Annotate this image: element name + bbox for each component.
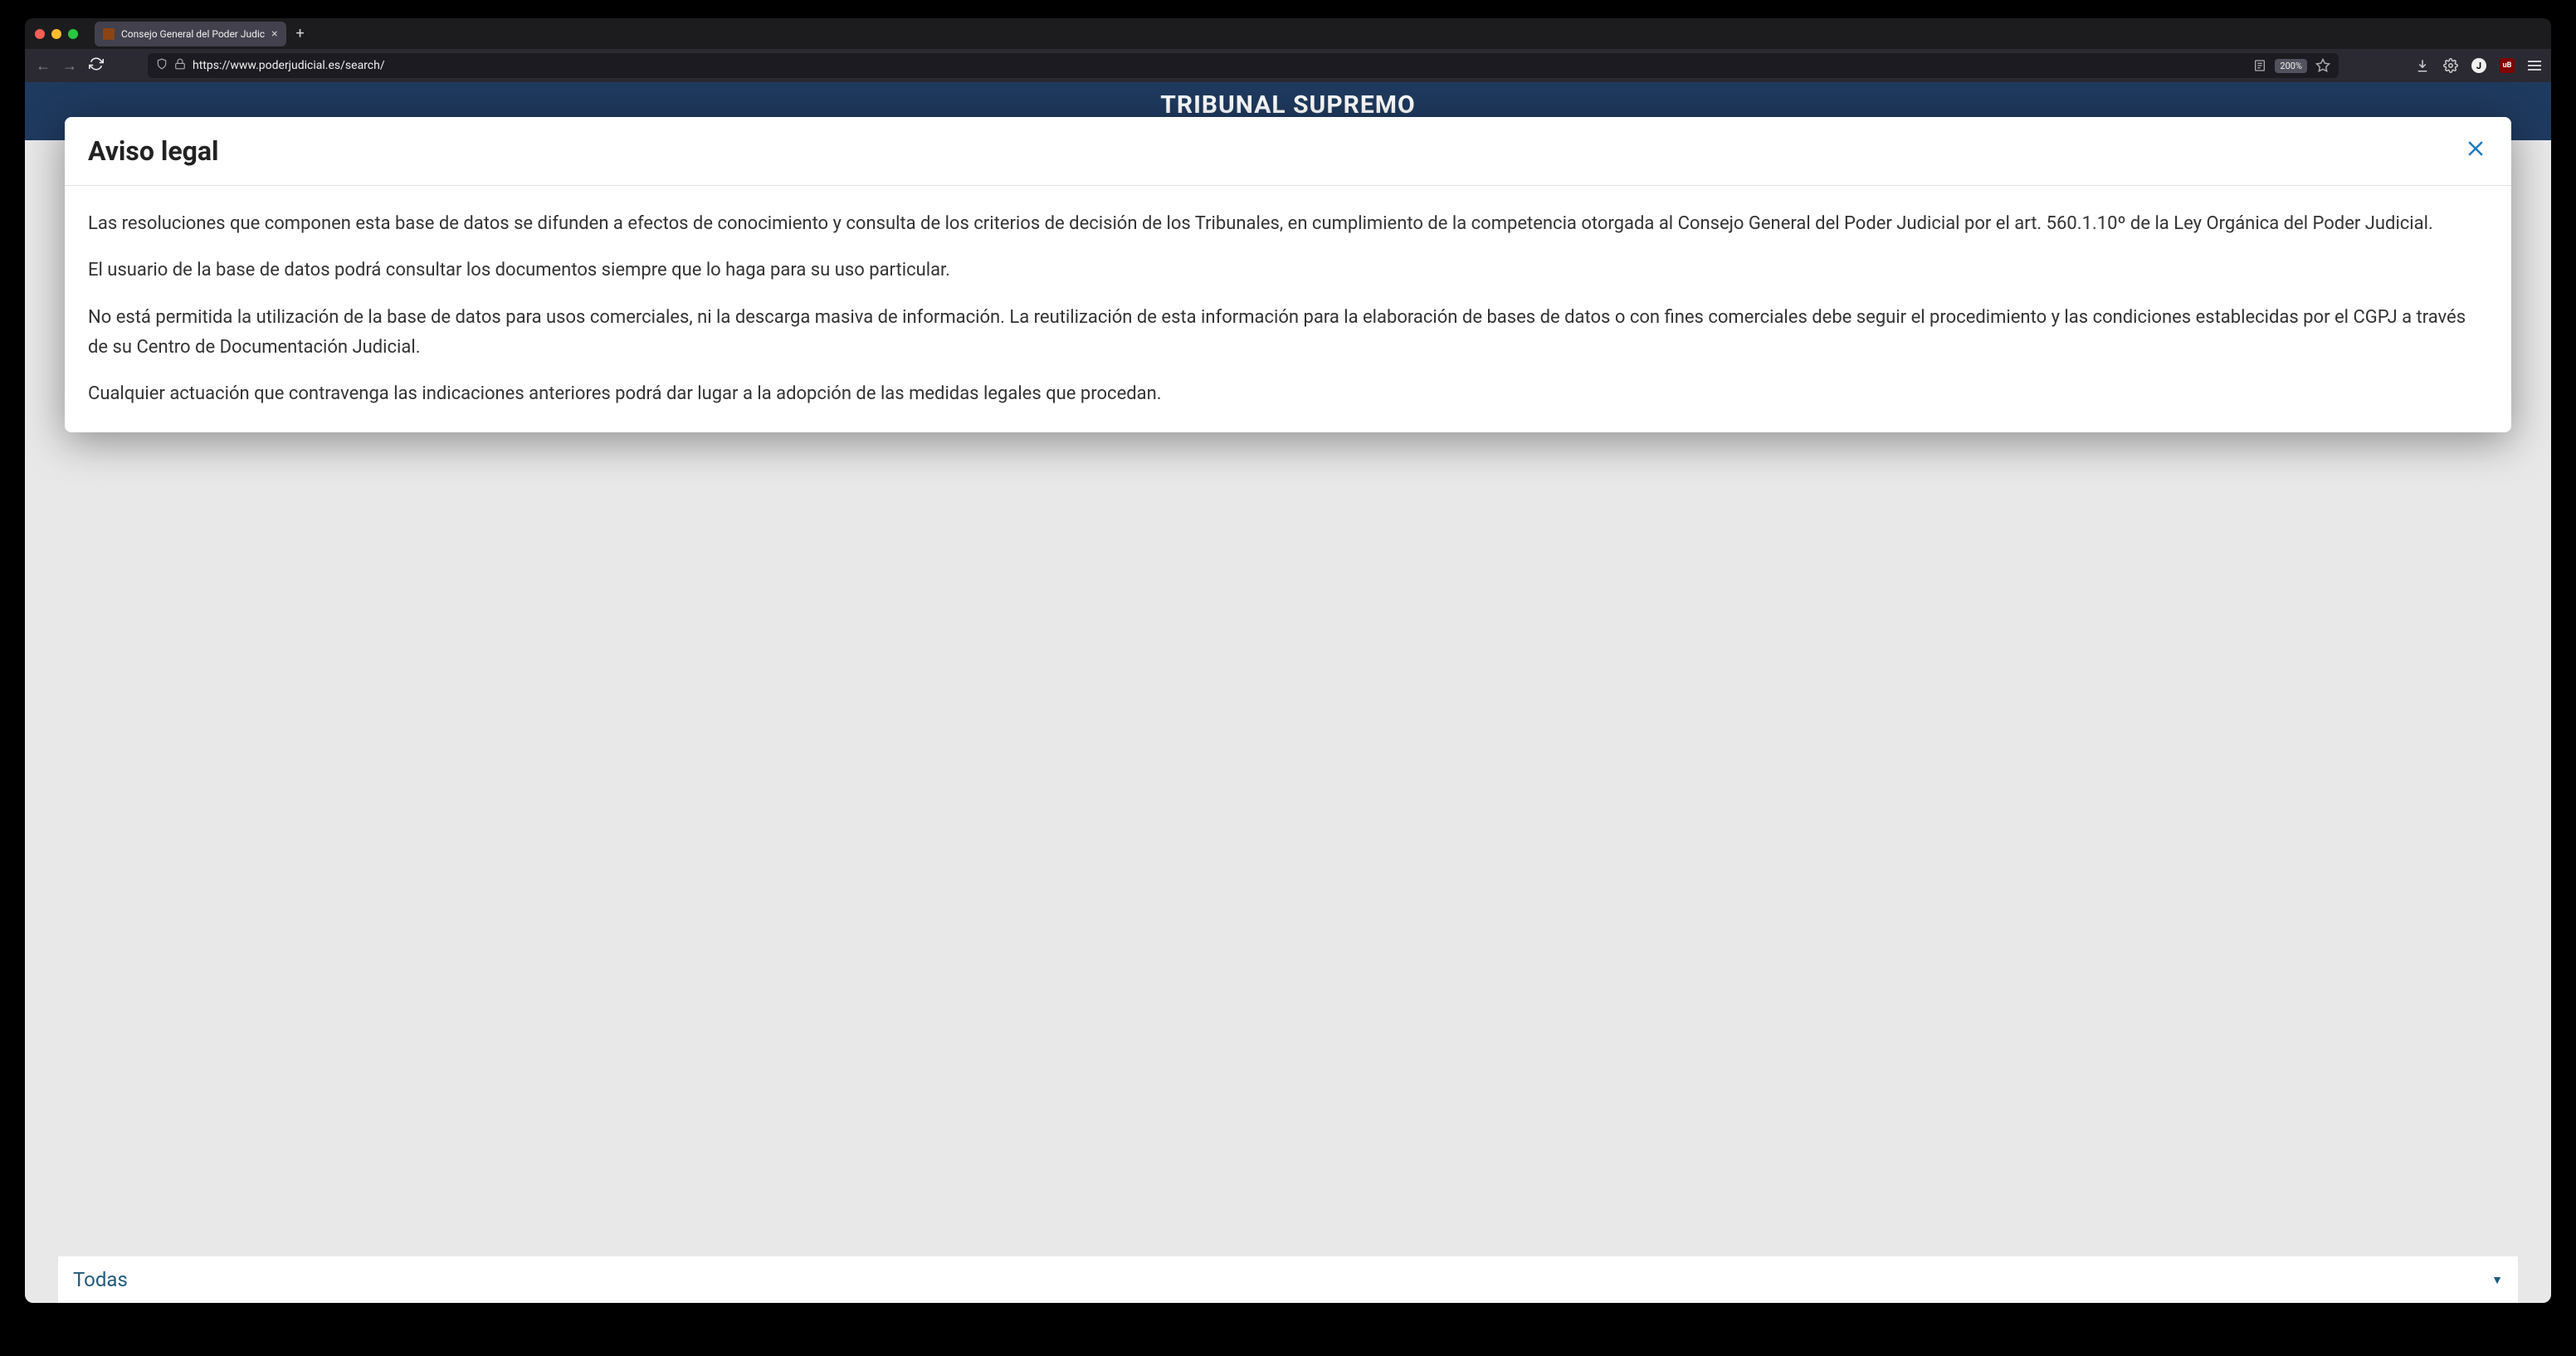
modal-paragraph: No está permitida la utilización de la b… (88, 303, 2488, 363)
modal-paragraph: Las resoluciones que componen esta base … (88, 209, 2488, 239)
modal-paragraph: Cualquier actuación que contravenga las … (88, 379, 2488, 409)
modal-header: Aviso legal (65, 117, 2511, 186)
modal-title: Aviso legal (88, 135, 218, 167)
modal-overlay: Aviso legal Las resoluciones que compone… (0, 0, 2576, 1356)
modal-paragraph: El usuario de la base de datos podrá con… (88, 256, 2488, 285)
modal-body: Las resoluciones que componen esta base … (65, 186, 2511, 432)
modal-close-button[interactable] (2463, 136, 2488, 166)
legal-notice-modal: Aviso legal Las resoluciones que compone… (65, 117, 2511, 432)
